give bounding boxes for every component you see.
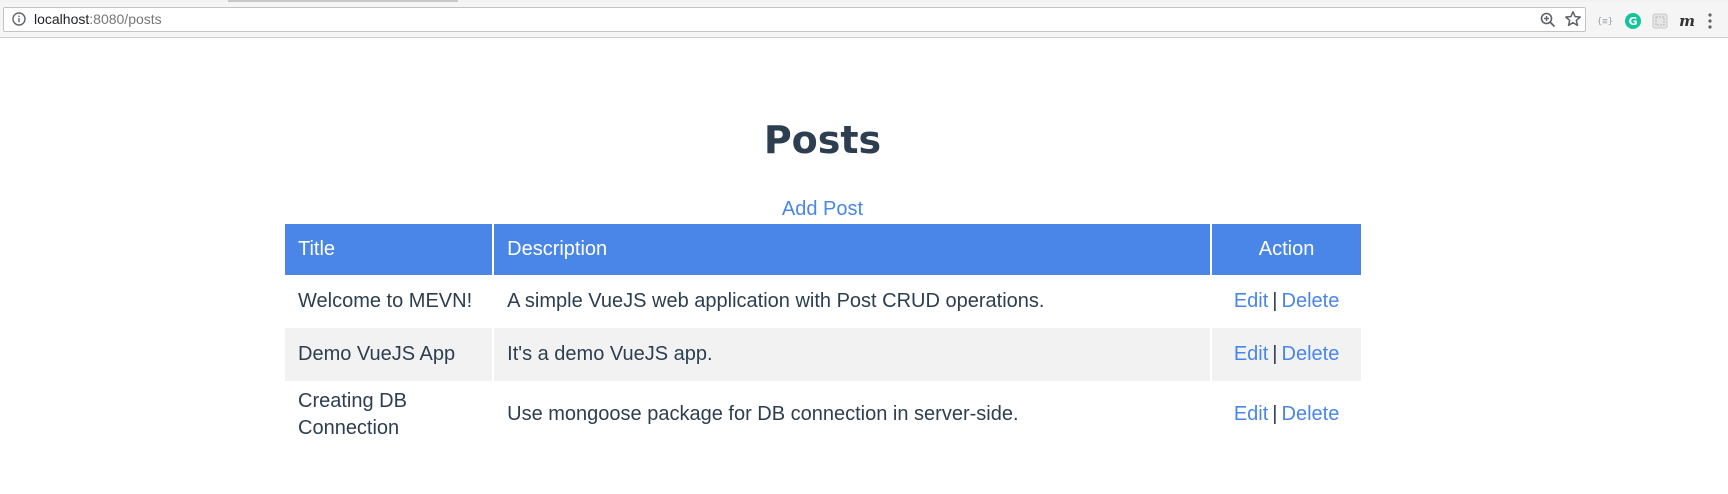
zoom-icon[interactable] [1539, 11, 1557, 29]
posts-table: Title Description Action Welcome to MEVN… [285, 224, 1361, 448]
post-title: Demo VueJS App [285, 328, 493, 381]
edit-link[interactable]: Edit [1234, 403, 1268, 425]
svg-text:{≡}: {≡} [1597, 17, 1613, 27]
table-header-row: Title Description Action [285, 224, 1361, 275]
url-host: localhost [34, 11, 90, 27]
screenshot-extension-icon[interactable] [1651, 12, 1669, 30]
m-extension-icon[interactable]: m [1678, 12, 1696, 30]
header-description: Description [492, 224, 1211, 275]
post-title: Creating DB Connection [298, 389, 407, 439]
info-icon[interactable] [12, 12, 26, 26]
action-separator: | [1272, 290, 1278, 312]
bookmark-star-icon[interactable] [1564, 10, 1582, 28]
delete-link[interactable]: Delete [1282, 403, 1340, 425]
address-bar[interactable]: localhost:8080/posts [3, 7, 1586, 32]
table-row: Demo VueJS App It's a demo VueJS app. Ed… [285, 328, 1361, 381]
action-separator: | [1272, 403, 1278, 425]
table-row: Welcome to MEVN! A simple VueJS web appl… [285, 275, 1361, 328]
action-separator: | [1272, 343, 1278, 365]
post-actions: Edit | Delete [1210, 381, 1361, 448]
header-action: Action [1210, 224, 1361, 275]
url-text[interactable]: localhost:8080/posts [34, 11, 162, 27]
grammarly-icon[interactable]: G [1624, 12, 1642, 30]
page-title: Posts [763, 118, 882, 162]
svg-text:G: G [1628, 15, 1637, 28]
post-actions: Edit | Delete [1210, 328, 1361, 381]
post-description: Use mongoose package for DB connection i… [492, 381, 1210, 448]
post-title: Welcome to MEVN! [298, 290, 473, 312]
browser-menu-icon[interactable] [1703, 12, 1717, 30]
svg-text:m: m [1679, 12, 1695, 30]
post-actions: Edit | Delete [1210, 275, 1361, 328]
header-title: Title [285, 224, 493, 275]
delete-link[interactable]: Delete [1282, 343, 1340, 365]
code-extension-icon[interactable]: {≡} [1596, 12, 1614, 30]
edit-link[interactable]: Edit [1234, 290, 1268, 312]
edit-link[interactable]: Edit [1234, 343, 1268, 365]
add-post-link[interactable]: Add Post [0, 196, 1645, 222]
table-row: Creating DB Connection Use mongoose pack… [285, 381, 1361, 448]
browser-toolbar: localhost:8080/posts {≡} G m [0, 2, 1728, 38]
post-description: It's a demo VueJS app. [492, 328, 1211, 381]
delete-link[interactable]: Delete [1282, 290, 1340, 312]
post-description: A simple VueJS web application with Post… [492, 275, 1210, 328]
url-path: :8080/posts [89, 11, 162, 27]
